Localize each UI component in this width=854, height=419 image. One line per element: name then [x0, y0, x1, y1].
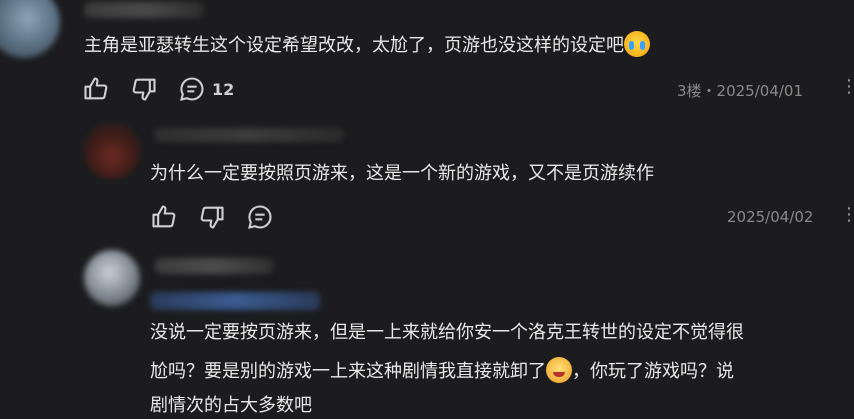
reply-count: 12	[212, 79, 235, 99]
comment-actions: 12	[82, 75, 234, 103]
reply-icon[interactable]	[246, 203, 274, 231]
reply-text-line: 尬吗？要是别的游戏一上来这种剧情我直接就卸了 ，你玩了游戏吗？说	[150, 357, 734, 385]
comment-text: 主角是亚瑟转生这个设定希望改改，太尬了，页游也没这样的设定吧	[84, 31, 650, 59]
reply-text-segment: ，你玩了游戏吗？说	[572, 361, 734, 382]
grinning-emoji-icon	[546, 357, 572, 383]
dislike-icon[interactable]	[130, 75, 158, 103]
username-blurred[interactable]	[154, 128, 344, 142]
crying-emoji-icon	[624, 31, 650, 57]
reply-actions	[150, 203, 274, 231]
dislike-icon[interactable]	[198, 203, 226, 231]
more-options-icon[interactable]: ⋮	[840, 204, 854, 225]
comment-body: 主角是亚瑟转生这个设定希望改改，太尬了，页游也没这样的设定吧	[84, 35, 624, 56]
like-icon[interactable]	[82, 75, 110, 103]
floor-date: 3楼・2025/04/01	[677, 82, 803, 100]
reply-text-line: 没说一定要按页游来，但是一上来就给你安一个洛克王转世的设定不觉得很	[150, 322, 744, 343]
like-icon[interactable]	[150, 203, 178, 231]
username-blurred[interactable]	[154, 258, 274, 274]
more-options-icon[interactable]: ⋮	[840, 76, 854, 97]
reply-text-line: 剧情次的占大多数吧	[150, 395, 312, 416]
avatar[interactable]	[0, 0, 60, 58]
reply-text-segment: 尬吗？要是别的游戏一上来这种剧情我直接就卸了	[150, 361, 546, 382]
avatar[interactable]	[84, 250, 140, 306]
reply-date: 2025/04/02	[727, 208, 814, 226]
reply-text: 为什么一定要按照页游来，这是一个新的游戏，又不是页游续作	[150, 163, 654, 184]
reply-icon[interactable]	[178, 75, 206, 103]
avatar[interactable]	[84, 123, 140, 179]
mention-blurred[interactable]	[150, 292, 320, 310]
username-blurred[interactable]	[84, 2, 204, 18]
